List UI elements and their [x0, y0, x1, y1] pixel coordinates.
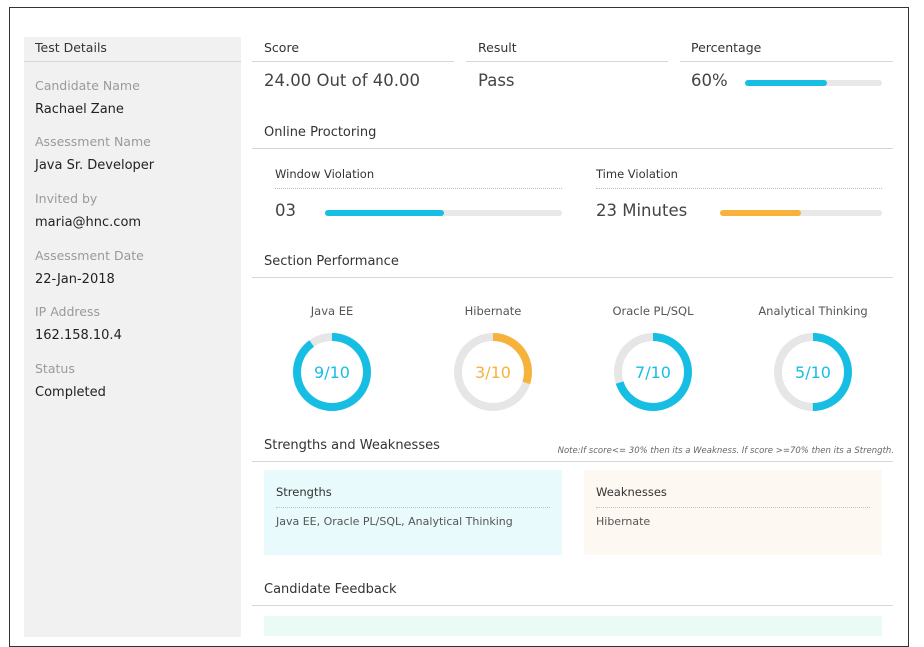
score-label: Score: [264, 40, 300, 55]
percentage-divider: [680, 61, 893, 62]
section-name-java-ee: Java EE: [310, 304, 354, 318]
time-violation-bar: [720, 210, 882, 216]
ip-address-value: 162.158.10.4: [35, 328, 122, 343]
status-value: Completed: [35, 385, 106, 400]
section-name-analytical-thinking: Analytical Thinking: [758, 304, 868, 318]
percentage-label: Percentage: [691, 40, 762, 55]
time-violation-dotted-rule: [596, 188, 882, 189]
window-violation-label: Window Violation: [275, 167, 375, 181]
candidate-feedback-title: Candidate Feedback: [264, 582, 397, 597]
time-violation-label: Time Violation: [596, 167, 678, 181]
test-details-title: Test Details: [35, 40, 107, 55]
window-violation-dotted-rule: [275, 188, 562, 189]
online-proctoring-divider: [252, 148, 893, 149]
strengths-card: Strengths Java EE, Oracle PL/SQL, Analyt…: [264, 470, 562, 555]
strengths-weaknesses-title: Strengths and Weaknesses: [264, 438, 440, 453]
candidate-name-value: Rachael Zane: [35, 102, 124, 117]
result-value: Pass: [478, 71, 515, 90]
weaknesses-dotted-rule: [596, 507, 870, 508]
strengths-title: Strengths: [276, 485, 332, 499]
candidate-name-label: Candidate Name: [35, 78, 140, 93]
weaknesses-title: Weaknesses: [596, 485, 667, 499]
weaknesses-text: Hibernate: [596, 515, 651, 528]
candidate-feedback-divider: [252, 605, 893, 606]
strengths-weaknesses-divider: [252, 461, 893, 462]
time-violation-value: 23 Minutes: [596, 201, 688, 220]
score-divider: [252, 61, 454, 62]
weaknesses-card: Weaknesses Hibernate: [584, 470, 882, 555]
window-violation-value: 03: [275, 201, 296, 220]
ip-address-label: IP Address: [35, 304, 100, 319]
assessment-name-value: Java Sr. Developer: [35, 158, 155, 173]
strengths-dotted-rule: [276, 507, 550, 508]
strengths-text: Java EE, Oracle PL/SQL, Analytical Think…: [276, 515, 513, 528]
assessment-date-value: 22-Jan-2018: [35, 272, 115, 287]
result-divider: [466, 61, 668, 62]
status-label: Status: [35, 361, 75, 376]
percentage-value: 60%: [691, 71, 728, 90]
section-name-oracle-plsql: Oracle PL/SQL: [612, 304, 694, 318]
strength-weakness-note: Note:If score<= 30% then its a Weakness.…: [557, 446, 894, 456]
window-violation-bar-fill: [325, 210, 444, 216]
section-performance-title: Section Performance: [264, 254, 399, 269]
time-violation-bar-fill: [720, 210, 801, 216]
invited-by-value: maria@hnc.com: [35, 215, 142, 230]
result-label: Result: [478, 40, 517, 55]
test-details-divider: [24, 61, 241, 62]
percentage-bar-fill: [745, 80, 828, 86]
candidate-feedback-box: [264, 616, 882, 636]
assessment-date-label: Assessment Date: [35, 248, 144, 263]
window-violation-bar: [325, 210, 562, 216]
section-name-hibernate: Hibernate: [464, 304, 522, 318]
assessment-name-label: Assessment Name: [35, 134, 151, 149]
score-value: 24.00 Out of 40.00: [264, 71, 421, 90]
section-performance-divider: [252, 277, 893, 278]
online-proctoring-title: Online Proctoring: [264, 125, 377, 140]
percentage-bar: [745, 80, 882, 86]
invited-by-label: Invited by: [35, 191, 98, 206]
